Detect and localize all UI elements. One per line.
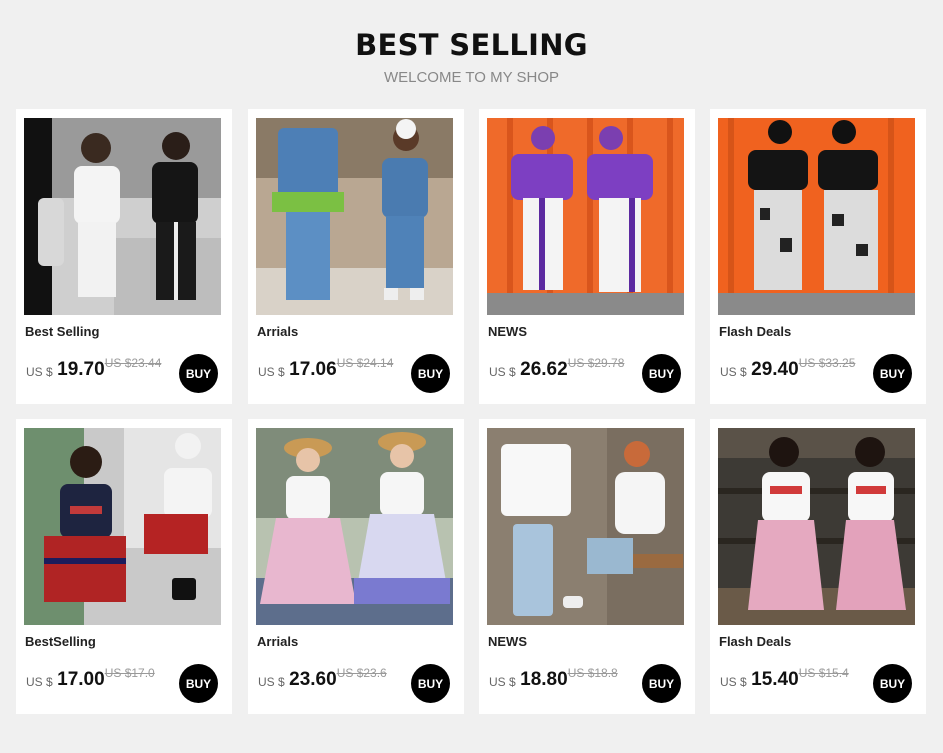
price-row: US $ 17.00US $17.0 [26, 666, 155, 695]
product-grid: Best Selling US $ 19.70US $23.44 BUY Arr… [16, 109, 928, 715]
product-category[interactable]: Flash Deals [719, 634, 791, 649]
product-photo-icon [24, 118, 221, 315]
product-card[interactable]: Best Selling US $ 19.70US $23.44 BUY [16, 109, 232, 404]
currency-label: US $ [720, 365, 747, 379]
current-price: 17.06 [289, 359, 337, 380]
original-price: US $29.78 [567, 356, 625, 370]
page-subtitle: WELCOME TO MY SHOP [383, 69, 560, 86]
price-row: US $ 23.60US $23.6 [258, 666, 387, 695]
product-photo-icon [256, 428, 453, 625]
product-photo[interactable] [256, 428, 453, 625]
current-price: 18.80 [520, 669, 568, 690]
buy-button[interactable]: BUY [642, 354, 681, 393]
product-photo-icon [718, 118, 915, 315]
price-row: US $ 26.62US $29.78 [489, 356, 625, 385]
product-photo-icon [487, 428, 684, 625]
product-photo[interactable] [718, 118, 915, 315]
buy-button[interactable]: BUY [411, 664, 450, 703]
current-price: 23.60 [289, 669, 337, 690]
product-card[interactable]: BestSelling US $ 17.00US $17.0 BUY [16, 419, 232, 714]
buy-button[interactable]: BUY [642, 664, 681, 703]
product-card[interactable]: NEWS US $ 26.62US $29.78 BUY [479, 109, 695, 404]
product-card[interactable]: Flash Deals US $ 15.40US $15.4 BUY [710, 419, 926, 714]
product-card[interactable]: Arrials US $ 23.60US $23.6 BUY [248, 419, 464, 714]
price-row: US $ 17.06US $24.14 [258, 356, 394, 385]
product-card[interactable]: NEWS US $ 18.80US $18.8 BUY [479, 419, 695, 714]
product-photo-icon [718, 428, 915, 625]
original-price: US $24.14 [336, 356, 394, 370]
price-row: US $ 18.80US $18.8 [489, 666, 618, 695]
currency-label: US $ [258, 365, 285, 379]
price-row: US $ 15.40US $15.4 [720, 666, 849, 695]
original-price: US $18.8 [567, 666, 618, 680]
current-price: 29.40 [751, 359, 799, 380]
buy-button[interactable]: BUY [411, 354, 450, 393]
buy-button[interactable]: BUY [873, 354, 912, 393]
product-category[interactable]: Flash Deals [719, 324, 791, 339]
product-photo[interactable] [487, 118, 684, 315]
currency-label: US $ [26, 675, 53, 689]
original-price: US $15.4 [798, 666, 849, 680]
price-row: US $ 19.70US $23.44 [26, 356, 162, 385]
product-photo-icon [487, 118, 684, 315]
product-photo[interactable] [24, 428, 221, 625]
product-card[interactable]: Arrials US $ 17.06US $24.14 BUY [248, 109, 464, 404]
product-photo[interactable] [487, 428, 684, 625]
buy-button[interactable]: BUY [179, 354, 218, 393]
current-price: 17.00 [57, 669, 105, 690]
page-title: BEST SELLING [355, 28, 588, 62]
product-photo[interactable] [256, 118, 453, 315]
product-photo[interactable] [718, 428, 915, 625]
product-category[interactable]: Arrials [257, 634, 298, 649]
product-photo[interactable] [24, 118, 221, 315]
product-category[interactable]: Arrials [257, 324, 298, 339]
product-category[interactable]: NEWS [488, 324, 527, 339]
price-row: US $ 29.40US $33.25 [720, 356, 856, 385]
currency-label: US $ [720, 675, 747, 689]
buy-button[interactable]: BUY [179, 664, 218, 703]
product-photo-icon [24, 428, 221, 625]
currency-label: US $ [489, 675, 516, 689]
current-price: 26.62 [520, 359, 568, 380]
original-price: US $23.44 [104, 356, 162, 370]
original-price: US $17.0 [104, 666, 155, 680]
product-category[interactable]: Best Selling [25, 324, 99, 339]
current-price: 19.70 [57, 359, 105, 380]
currency-label: US $ [26, 365, 53, 379]
current-price: 15.40 [751, 669, 799, 690]
buy-button[interactable]: BUY [873, 664, 912, 703]
product-card[interactable]: Flash Deals US $ 29.40US $33.25 BUY [710, 109, 926, 404]
currency-label: US $ [258, 675, 285, 689]
currency-label: US $ [489, 365, 516, 379]
product-photo-icon [256, 118, 453, 315]
original-price: US $33.25 [798, 356, 856, 370]
product-category[interactable]: BestSelling [25, 634, 96, 649]
product-category[interactable]: NEWS [488, 634, 527, 649]
original-price: US $23.6 [336, 666, 387, 680]
